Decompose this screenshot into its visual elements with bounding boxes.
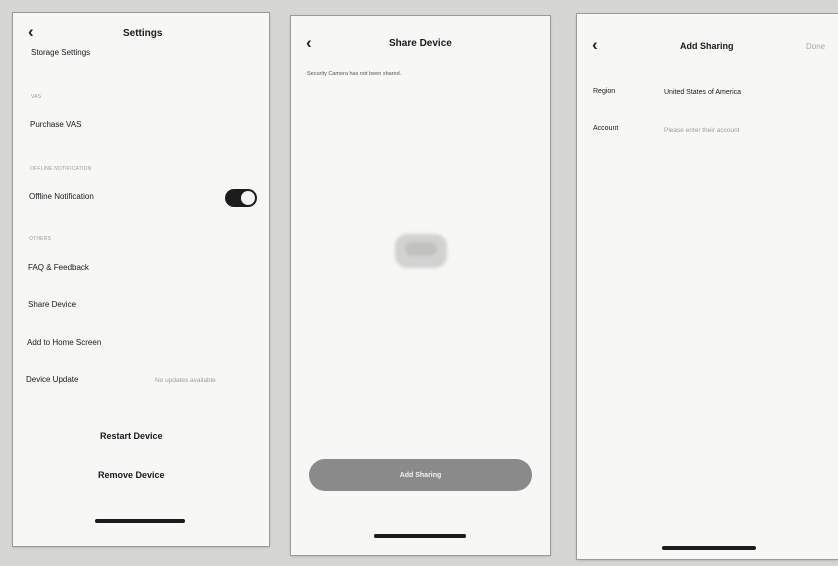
done-button[interactable]: Done — [806, 42, 825, 51]
account-label: Account — [593, 125, 619, 132]
section-header-vas: VAS — [31, 94, 42, 100]
purchase-vas-item[interactable]: Purchase VAS — [30, 120, 81, 129]
storage-settings-item[interactable]: Storage Settings — [31, 48, 90, 57]
offline-notification-toggle[interactable] — [225, 189, 257, 207]
settings-title: Settings — [123, 28, 163, 39]
settings-screen: ‹ Settings Storage Settings VAS Purchase… — [13, 13, 269, 546]
add-sharing-button[interactable]: Add Sharing — [309, 459, 532, 491]
add-sharing-title: Add Sharing — [680, 41, 734, 51]
share-device-title: Share Device — [389, 38, 452, 49]
back-chevron-icon[interactable]: ‹ — [592, 36, 598, 53]
device-update-item[interactable]: Device Update — [26, 375, 78, 384]
offline-notification-label: Offline Notification — [29, 192, 94, 201]
add-sharing-screen: ‹ Add Sharing Done Region United States … — [577, 14, 838, 559]
device-update-status: No updates available — [155, 377, 216, 384]
share-status-text: Security Camera has not been shared. — [307, 71, 402, 77]
home-indicator — [95, 519, 185, 523]
account-input[interactable]: Please enter their account — [664, 127, 740, 134]
remove-device-button[interactable]: Remove Device — [98, 470, 165, 480]
region-label: Region — [593, 88, 616, 95]
home-indicator — [662, 546, 756, 550]
faq-feedback-item[interactable]: FAQ & Feedback — [28, 263, 89, 272]
toggle-knob — [241, 191, 255, 205]
share-device-screen: ‹ Share Device Security Camera has not b… — [291, 16, 550, 555]
section-header-others: OTHERS — [29, 236, 52, 242]
section-header-offline-notification: OFFLINE NOTIFICATION — [30, 166, 92, 172]
region-value[interactable]: United States of America — [664, 89, 741, 96]
back-chevron-icon[interactable]: ‹ — [28, 23, 34, 40]
restart-device-button[interactable]: Restart Device — [100, 431, 163, 441]
device-icon — [395, 234, 447, 268]
add-to-home-screen-item[interactable]: Add to Home Screen — [27, 338, 101, 347]
back-chevron-icon[interactable]: ‹ — [306, 34, 312, 51]
home-indicator — [374, 534, 466, 538]
share-device-item[interactable]: Share Device — [28, 300, 76, 309]
